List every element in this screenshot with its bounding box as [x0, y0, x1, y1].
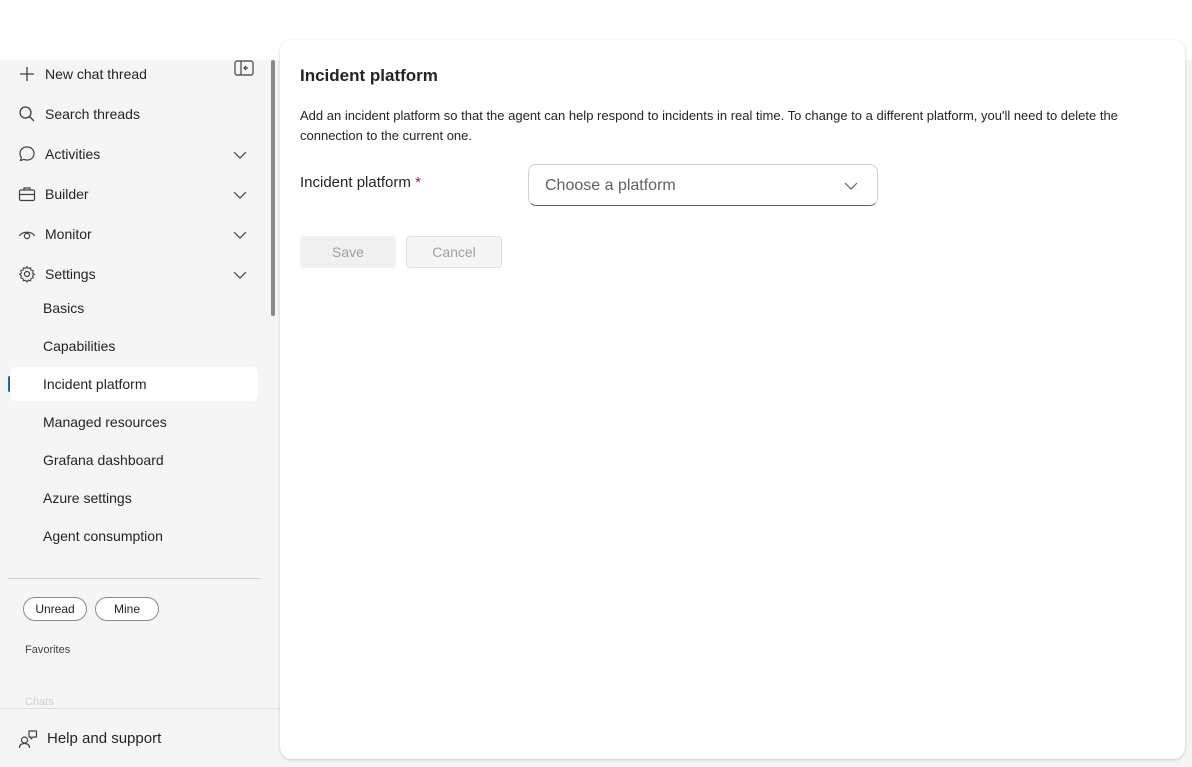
filter-unread-button[interactable]: Unread: [23, 597, 87, 621]
filter-mine-button[interactable]: Mine: [95, 597, 159, 621]
new-chat-thread-button[interactable]: New chat thread: [0, 54, 270, 94]
settings-item-label: Capabilities: [43, 338, 116, 354]
settings-item-label: Basics: [43, 300, 85, 316]
collapse-sidebar-icon[interactable]: [234, 60, 254, 76]
sidebar-divider: [8, 578, 260, 579]
plus-icon: [20, 67, 34, 81]
help-footer: Help and support: [0, 708, 280, 767]
page-title: Incident platform: [300, 66, 438, 85]
nav-activities-label: Activities: [45, 146, 101, 162]
nav-settings[interactable]: Settings: [0, 254, 270, 294]
settings-item-azure-settings[interactable]: Azure settings: [10, 481, 258, 515]
eye-icon: [18, 231, 36, 240]
platform-dropdown[interactable]: Choose a platform: [528, 164, 878, 206]
chat-bubble-icon: [19, 146, 35, 162]
briefcase-icon: [18, 187, 36, 202]
people-support-icon: [18, 730, 38, 749]
main-panel: Incident platform Add an incident platfo…: [280, 40, 1185, 759]
chevron-down-icon: [233, 151, 247, 159]
settings-item-label: Azure settings: [43, 490, 132, 506]
nav-activities[interactable]: Activities: [0, 134, 270, 174]
settings-item-incident-platform[interactable]: Incident platform: [10, 367, 258, 401]
nav-builder[interactable]: Builder: [0, 174, 270, 214]
chats-label: Chats: [25, 696, 54, 708]
chevron-down-icon: [844, 182, 858, 190]
gear-icon: [18, 265, 36, 283]
new-chat-thread-label: New chat thread: [45, 66, 147, 82]
settings-item-label: Agent consumption: [43, 528, 163, 544]
sidebar-scrollbar[interactable]: [271, 60, 275, 316]
page-description: Add an incident platform so that the age…: [300, 108, 1118, 143]
nav-monitor-label: Monitor: [45, 226, 92, 242]
chevron-down-icon: [233, 191, 247, 199]
required-asterisk: *: [415, 174, 421, 191]
settings-item-basics[interactable]: Basics: [10, 291, 258, 325]
settings-item-agent-consumption[interactable]: Agent consumption: [10, 519, 258, 553]
nav-settings-label: Settings: [45, 266, 96, 282]
settings-item-grafana-dashboard[interactable]: Grafana dashboard: [10, 443, 258, 477]
search-threads-button[interactable]: Search threads: [0, 94, 270, 134]
help-and-support-label: Help and support: [47, 730, 162, 747]
settings-item-label: Grafana dashboard: [43, 452, 164, 468]
settings-item-label: Managed resources: [43, 414, 167, 430]
incident-platform-field-label: Incident platform *: [300, 174, 421, 191]
favorites-label: Favorites: [25, 644, 71, 656]
platform-dropdown-placeholder: Choose a platform: [545, 177, 676, 194]
chevron-down-icon: [233, 271, 247, 279]
search-threads-label: Search threads: [45, 106, 140, 122]
nav-builder-label: Builder: [45, 186, 89, 202]
settings-item-capabilities[interactable]: Capabilities: [10, 329, 258, 363]
settings-item-managed-resources[interactable]: Managed resources: [10, 405, 258, 439]
sidebar: New chat thread Search threads Activitie…: [0, 60, 280, 767]
nav-monitor[interactable]: Monitor: [0, 214, 270, 254]
settings-item-label: Incident platform: [43, 376, 147, 392]
search-icon: [19, 106, 35, 122]
cancel-button[interactable]: Cancel: [406, 236, 502, 268]
chevron-down-icon: [233, 231, 247, 239]
field-label-text: Incident platform: [300, 174, 411, 191]
save-button[interactable]: Save: [300, 236, 396, 268]
